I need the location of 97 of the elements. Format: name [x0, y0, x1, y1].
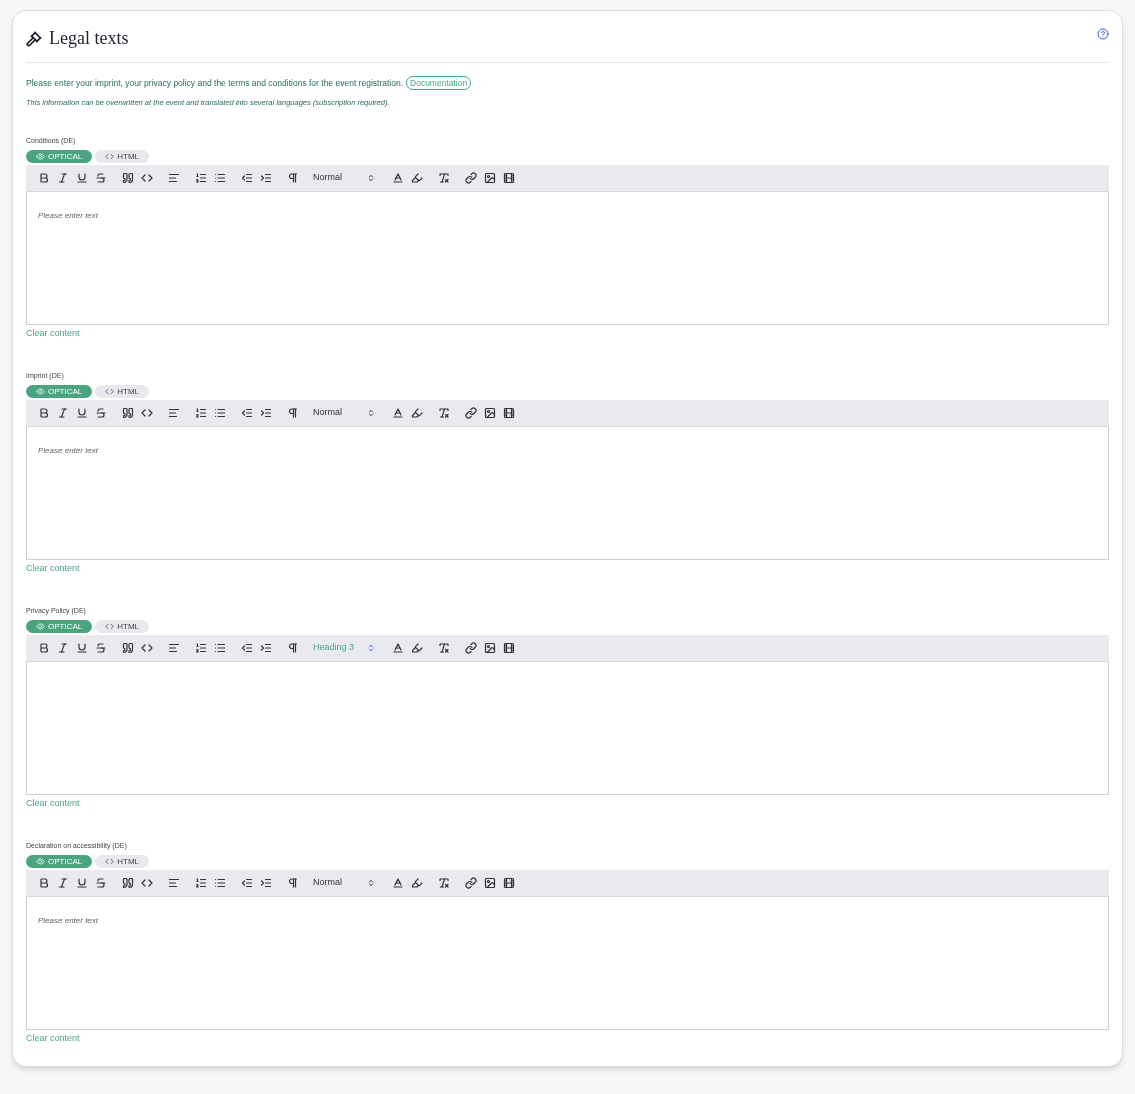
strikethrough-icon[interactable]	[94, 171, 107, 185]
help-icon[interactable]	[1097, 27, 1109, 40]
outdent-icon[interactable]	[240, 406, 253, 420]
paragraph-direction-icon[interactable]	[286, 171, 299, 185]
quote-icon[interactable]	[121, 406, 134, 420]
paragraph-direction-icon[interactable]	[286, 641, 299, 655]
align-left-icon[interactable]	[167, 171, 180, 185]
strikethrough-icon[interactable]	[94, 641, 107, 655]
mode-tab[interactable]: HTML	[95, 620, 149, 633]
chevron-icon	[367, 174, 375, 182]
highlight-icon[interactable]	[410, 876, 423, 890]
description-text: Please enter your imprint, your privacy policy and the terms and conditions for the event registration.	[26, 76, 404, 90]
format-select[interactable]: Normal	[313, 876, 375, 890]
ordered-list-icon[interactable]	[194, 876, 207, 890]
align-left-icon[interactable]	[167, 406, 180, 420]
quote-icon[interactable]	[121, 641, 134, 655]
bold-icon[interactable]	[37, 876, 50, 890]
underline-icon[interactable]	[75, 641, 88, 655]
bold-icon[interactable]	[37, 171, 50, 185]
paragraph-direction-icon[interactable]	[286, 876, 299, 890]
align-left-icon[interactable]	[167, 876, 180, 890]
indent-icon[interactable]	[259, 876, 272, 890]
bullet-list-icon[interactable]	[213, 641, 226, 655]
italic-icon[interactable]	[56, 171, 69, 185]
video-icon[interactable]	[502, 406, 515, 420]
image-icon[interactable]	[483, 641, 496, 655]
clear-format-icon[interactable]	[437, 171, 450, 185]
italic-icon[interactable]	[56, 641, 69, 655]
text-color-icon[interactable]	[391, 171, 404, 185]
italic-icon[interactable]	[56, 406, 69, 420]
strikethrough-icon[interactable]	[94, 876, 107, 890]
indent-icon[interactable]	[259, 171, 272, 185]
gavel-icon	[26, 30, 42, 47]
video-icon[interactable]	[502, 641, 515, 655]
underline-icon[interactable]	[75, 876, 88, 890]
bold-icon[interactable]	[37, 406, 50, 420]
outdent-icon[interactable]	[240, 171, 253, 185]
chevron-icon	[367, 409, 375, 417]
code-icon	[105, 152, 115, 161]
link-icon[interactable]	[464, 641, 477, 655]
indent-icon[interactable]	[259, 641, 272, 655]
bullet-list-icon[interactable]	[213, 171, 226, 185]
editor-area[interactable]: Please enter text	[26, 897, 1109, 1030]
mode-tab[interactable]: HTML	[95, 855, 149, 868]
paragraph-direction-icon[interactable]	[286, 406, 299, 420]
video-icon[interactable]	[502, 171, 515, 185]
clear-format-icon[interactable]	[437, 876, 450, 890]
italic-icon[interactable]	[56, 876, 69, 890]
code-icon	[105, 857, 115, 866]
indent-icon[interactable]	[259, 406, 272, 420]
underline-icon[interactable]	[75, 406, 88, 420]
chevron-icon	[367, 879, 375, 887]
outdent-icon[interactable]	[240, 641, 253, 655]
link-icon[interactable]	[464, 876, 477, 890]
format-select[interactable]: Normal	[313, 406, 375, 420]
editor-area[interactable]: Please enter text	[26, 192, 1109, 325]
image-icon[interactable]	[483, 876, 496, 890]
quote-icon[interactable]	[121, 876, 134, 890]
underline-icon[interactable]	[75, 171, 88, 185]
ordered-list-icon[interactable]	[194, 641, 207, 655]
text-color-icon[interactable]	[391, 641, 404, 655]
code-icon	[105, 622, 115, 631]
image-icon[interactable]	[483, 171, 496, 185]
format-select[interactable]: Normal	[313, 171, 375, 185]
highlight-icon[interactable]	[410, 171, 423, 185]
bold-icon[interactable]	[37, 641, 50, 655]
eye-icon	[36, 857, 45, 866]
ordered-list-icon[interactable]	[194, 171, 207, 185]
link-icon[interactable]	[464, 406, 477, 420]
editor-placeholder: Please enter text	[38, 916, 99, 925]
eye-icon	[36, 622, 45, 631]
image-icon[interactable]	[483, 406, 496, 420]
eye-icon	[36, 387, 45, 396]
editor-placeholder: Please enter text	[38, 211, 99, 220]
eye-icon	[36, 152, 45, 161]
clear-format-icon[interactable]	[437, 406, 450, 420]
code-icon	[105, 387, 115, 396]
strikethrough-icon[interactable]	[94, 406, 107, 420]
editor-placeholder: Please enter text	[38, 446, 99, 455]
highlight-icon[interactable]	[410, 641, 423, 655]
mode-tab[interactable]: HTML	[95, 150, 149, 163]
quote-icon[interactable]	[121, 171, 134, 185]
bullet-list-icon[interactable]	[213, 876, 226, 890]
editor-area[interactable]: Please enter text	[26, 427, 1109, 560]
align-left-icon[interactable]	[167, 641, 180, 655]
highlight-icon[interactable]	[410, 406, 423, 420]
card-title: Legal texts	[49, 27, 129, 50]
mode-tab[interactable]: HTML	[95, 385, 149, 398]
clear-format-icon[interactable]	[437, 641, 450, 655]
text-color-icon[interactable]	[391, 876, 404, 890]
text-color-icon[interactable]	[391, 406, 404, 420]
bullet-list-icon[interactable]	[213, 406, 226, 420]
chevron-icon	[367, 644, 375, 652]
link-icon[interactable]	[464, 171, 477, 185]
ordered-list-icon[interactable]	[194, 406, 207, 420]
video-icon[interactable]	[502, 876, 515, 890]
outdent-icon[interactable]	[240, 876, 253, 890]
